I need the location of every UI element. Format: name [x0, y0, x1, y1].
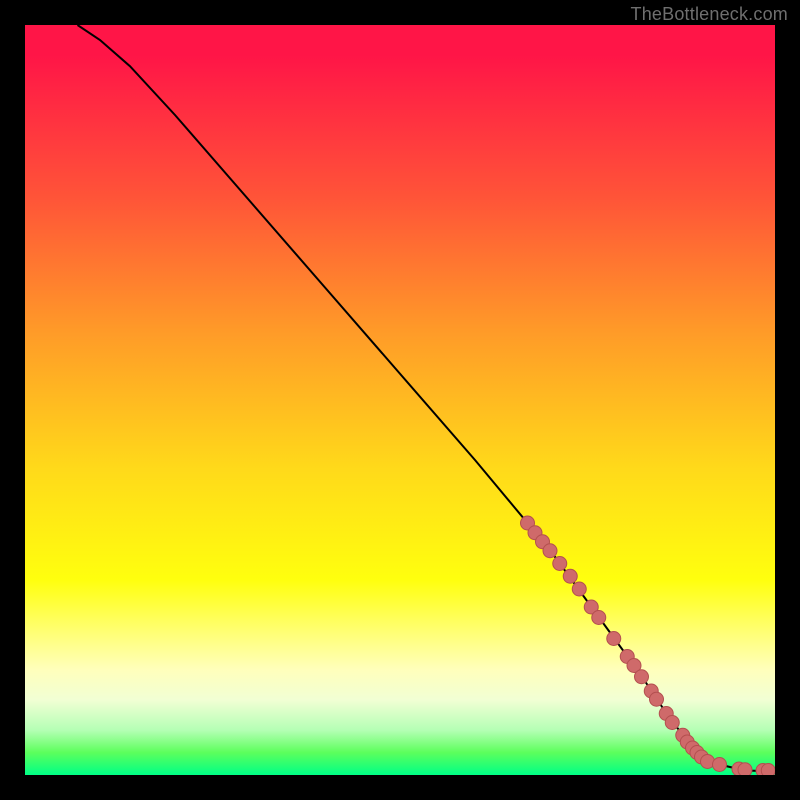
chart-root: TheBottleneck.com: [0, 0, 800, 800]
data-dot: [761, 764, 775, 776]
data-dot: [607, 632, 621, 646]
plot-area: [25, 25, 775, 775]
data-dot: [713, 758, 727, 772]
data-dot: [563, 569, 577, 583]
data-dot: [665, 716, 679, 730]
data-dot: [738, 763, 752, 775]
data-dot: [553, 557, 567, 571]
data-dot: [592, 611, 606, 625]
attribution-label: TheBottleneck.com: [631, 4, 788, 25]
data-dots-group: [521, 516, 776, 775]
data-dot: [543, 544, 557, 558]
data-dot: [572, 582, 586, 596]
bottleneck-curve: [78, 25, 776, 771]
data-dot: [635, 670, 649, 684]
chart-svg-layer: [25, 25, 775, 775]
data-dot: [650, 692, 664, 706]
